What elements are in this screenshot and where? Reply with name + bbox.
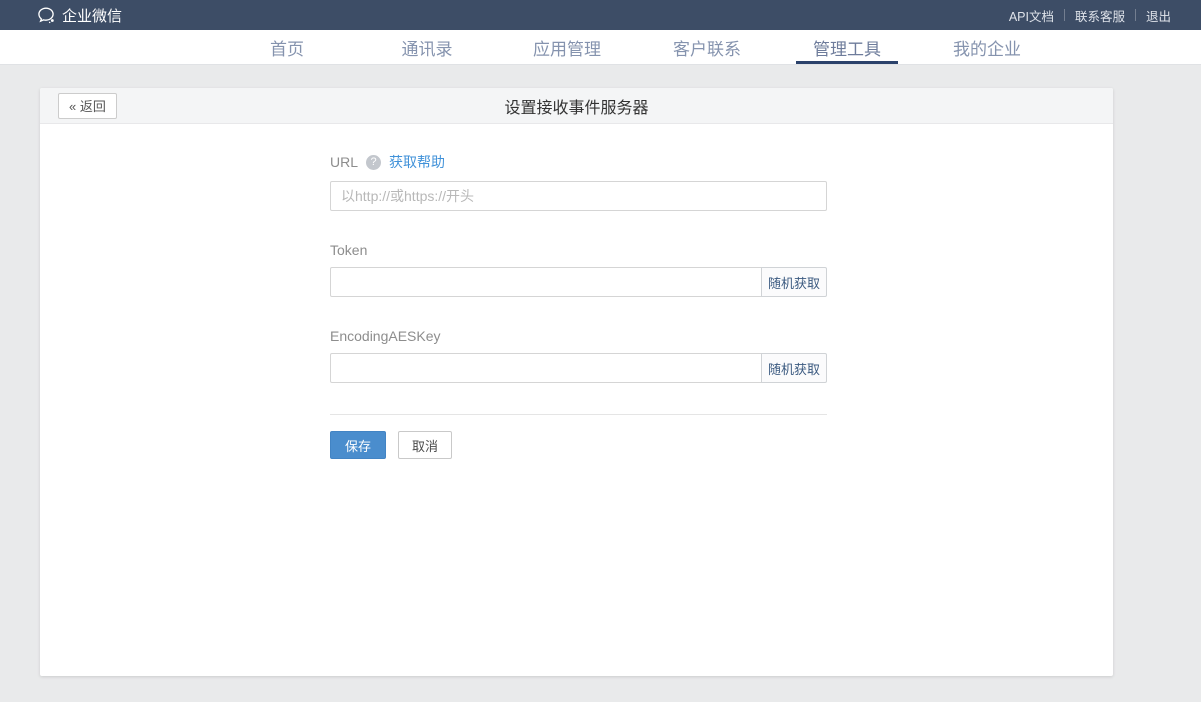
tab-my-company[interactable]: 我的企业 [917, 30, 1057, 64]
aeskey-input-group: 随机获取 [330, 353, 827, 383]
card-body: URL 获取帮助 Token 随机获取 [40, 124, 1113, 459]
aeskey-input[interactable] [330, 353, 762, 383]
token-input[interactable] [330, 267, 762, 297]
get-help-link[interactable]: 获取帮助 [389, 152, 445, 172]
back-button[interactable]: « 返回 [58, 93, 117, 119]
save-button[interactable]: 保存 [330, 431, 386, 459]
page-title: 设置接收事件服务器 [504, 94, 648, 118]
divider [330, 414, 827, 415]
main-nav: 首页 通讯录 应用管理 客户联系 管理工具 我的企业 [0, 30, 1201, 65]
topbar-link-logout[interactable]: 退出 [1146, 6, 1171, 25]
aeskey-random-button[interactable]: 随机获取 [761, 353, 827, 383]
brand-name: 企业微信 [62, 5, 122, 26]
aeskey-label-row: EncodingAESKey [330, 328, 827, 344]
token-label-row: Token [330, 242, 827, 258]
aeskey-label: EncodingAESKey [330, 328, 441, 344]
token-random-button[interactable]: 随机获取 [761, 267, 827, 297]
token-label: Token [330, 242, 367, 258]
topbar-link-api-docs[interactable]: API文档 [1009, 6, 1054, 25]
token-field: Token 随机获取 [330, 242, 827, 297]
tab-app-management[interactable]: 应用管理 [497, 30, 637, 64]
settings-card: « 返回 设置接收事件服务器 URL 获取帮助 Token [40, 88, 1113, 676]
url-label: URL [330, 154, 358, 170]
tab-admin-tools[interactable]: 管理工具 [777, 30, 917, 64]
form-actions: 保存 取消 [330, 431, 827, 459]
help-icon[interactable] [366, 155, 381, 170]
brand: 企业微信 [36, 5, 122, 26]
topbar-link-contact-support[interactable]: 联系客服 [1075, 6, 1125, 25]
separator [1064, 9, 1065, 21]
nav-tab-list: 首页 通讯录 应用管理 客户联系 管理工具 我的企业 [217, 30, 1201, 64]
cancel-button[interactable]: 取消 [398, 431, 452, 459]
tab-contacts[interactable]: 通讯录 [357, 30, 497, 64]
topbar: 企业微信 API文档 联系客服 退出 [0, 0, 1201, 30]
aeskey-field: EncodingAESKey 随机获取 [330, 328, 827, 383]
url-input[interactable] [330, 181, 827, 211]
separator [1135, 9, 1136, 21]
tab-home[interactable]: 首页 [217, 30, 357, 64]
wechat-work-logo-icon [36, 5, 56, 25]
receive-event-server-form: URL 获取帮助 Token 随机获取 [330, 152, 827, 459]
url-label-row: URL 获取帮助 [330, 152, 827, 172]
card-header: « 返回 设置接收事件服务器 [40, 88, 1113, 124]
tab-customer-contact[interactable]: 客户联系 [637, 30, 777, 64]
topbar-links: API文档 联系客服 退出 [1009, 6, 1171, 25]
token-input-group: 随机获取 [330, 267, 827, 297]
url-field: URL 获取帮助 [330, 152, 827, 211]
